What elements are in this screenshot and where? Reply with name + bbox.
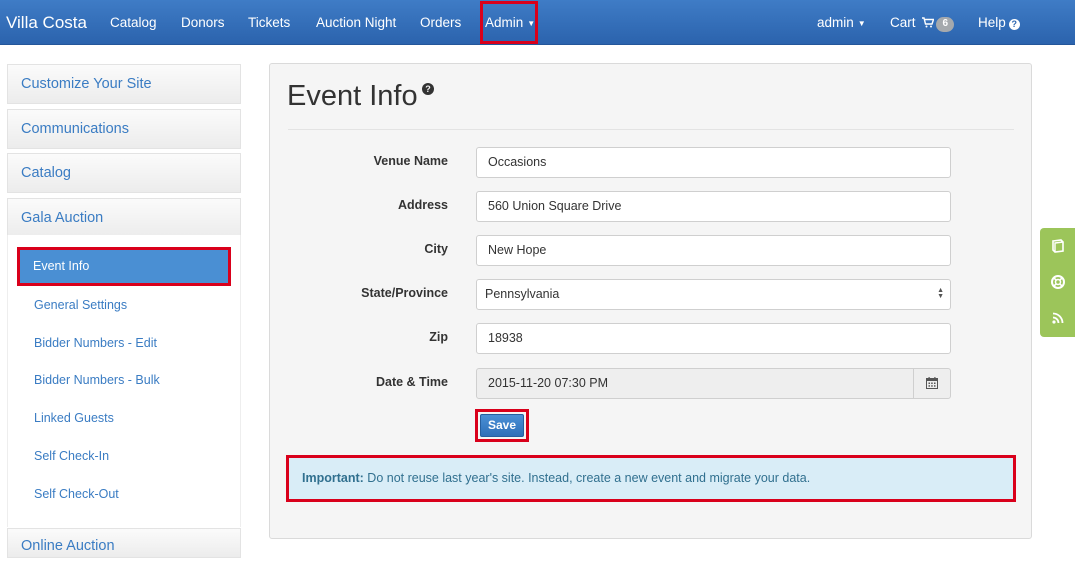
sidebar-item-general-settings[interactable]: General Settings <box>34 298 127 312</box>
nav-cart-label: Cart <box>890 15 916 30</box>
nav-tickets[interactable]: Tickets <box>248 0 290 45</box>
sidebar-item-linked-guests[interactable]: Linked Guests <box>34 411 114 425</box>
shopping-cart-icon <box>922 17 935 28</box>
datetime-input[interactable]: 2015-11-20 07:30 PM <box>476 368 951 399</box>
cart-count-badge: 6 <box>936 17 955 32</box>
brand-link[interactable]: Villa Costa <box>6 0 87 45</box>
sidebar-section-online-auction[interactable]: Online Auction <box>7 528 241 558</box>
zip-input[interactable]: 18938 <box>476 323 951 354</box>
venue-name-input[interactable]: Occasions <box>476 147 951 178</box>
save-button[interactable]: Save <box>480 414 524 437</box>
alert-strong-text: Important: <box>302 471 364 485</box>
zip-label: Zip <box>429 330 448 344</box>
rss-icon[interactable] <box>1050 310 1066 326</box>
calendar-button[interactable] <box>913 369 950 398</box>
state-label: State/Province <box>361 286 448 300</box>
sidebar-section-customize[interactable]: Customize Your Site <box>7 64 241 104</box>
select-arrows-icon: ▲ ▼ <box>937 287 944 300</box>
nav-orders[interactable]: Orders <box>420 0 461 45</box>
nav-cart[interactable]: Cart 6 <box>890 0 955 45</box>
sidebar-item-self-check-out[interactable]: Self Check-Out <box>34 487 119 501</box>
save-highlight-box: Save <box>475 409 529 442</box>
nav-user-label: admin <box>817 15 854 30</box>
important-alert: Important: Do not reuse last year's site… <box>286 455 1016 502</box>
question-circle-icon: ? <box>1008 19 1020 30</box>
alert-text: Do not reuse last year's site. Instead, … <box>363 471 811 485</box>
city-input[interactable]: New Hope <box>476 235 951 266</box>
side-tools-tab <box>1040 228 1075 337</box>
address-input[interactable]: 560 Union Square Drive <box>476 191 951 222</box>
nav-help[interactable]: Help? <box>978 0 1020 45</box>
title-divider <box>288 129 1014 130</box>
nav-donors[interactable]: Donors <box>181 0 225 45</box>
page-title: Event Info <box>287 80 418 112</box>
address-label: Address <box>397 198 448 212</box>
sidebar-item-self-check-in[interactable]: Self Check-In <box>34 449 109 463</box>
top-navbar: Villa Costa Catalog Donors Tickets Aucti… <box>0 0 1075 45</box>
venue-name-label: Venue Name <box>373 154 448 168</box>
state-select-value: Pennsylvania <box>485 287 560 301</box>
city-label: City <box>424 242 448 256</box>
state-select[interactable]: Pennsylvania ▲ ▼ <box>476 279 951 310</box>
question-circle-icon[interactable]: ? <box>422 83 434 95</box>
nav-user-dropdown[interactable]: admin ▼ <box>817 0 866 45</box>
calendar-icon <box>926 377 938 389</box>
lifebuoy-icon[interactable] <box>1050 274 1066 290</box>
book-icon[interactable] <box>1050 238 1066 254</box>
sidebar-section-communications[interactable]: Communications <box>7 109 241 149</box>
datetime-value: 2015-11-20 07:30 PM <box>488 376 608 390</box>
nav-catalog[interactable]: Catalog <box>110 0 157 45</box>
caret-down-icon: ▼ <box>857 19 866 28</box>
nav-auction-night[interactable]: Auction Night <box>316 0 396 45</box>
admin-highlight-box <box>480 1 538 44</box>
nav-help-label: Help <box>978 15 1006 30</box>
datetime-label: Date & Time <box>375 375 448 389</box>
